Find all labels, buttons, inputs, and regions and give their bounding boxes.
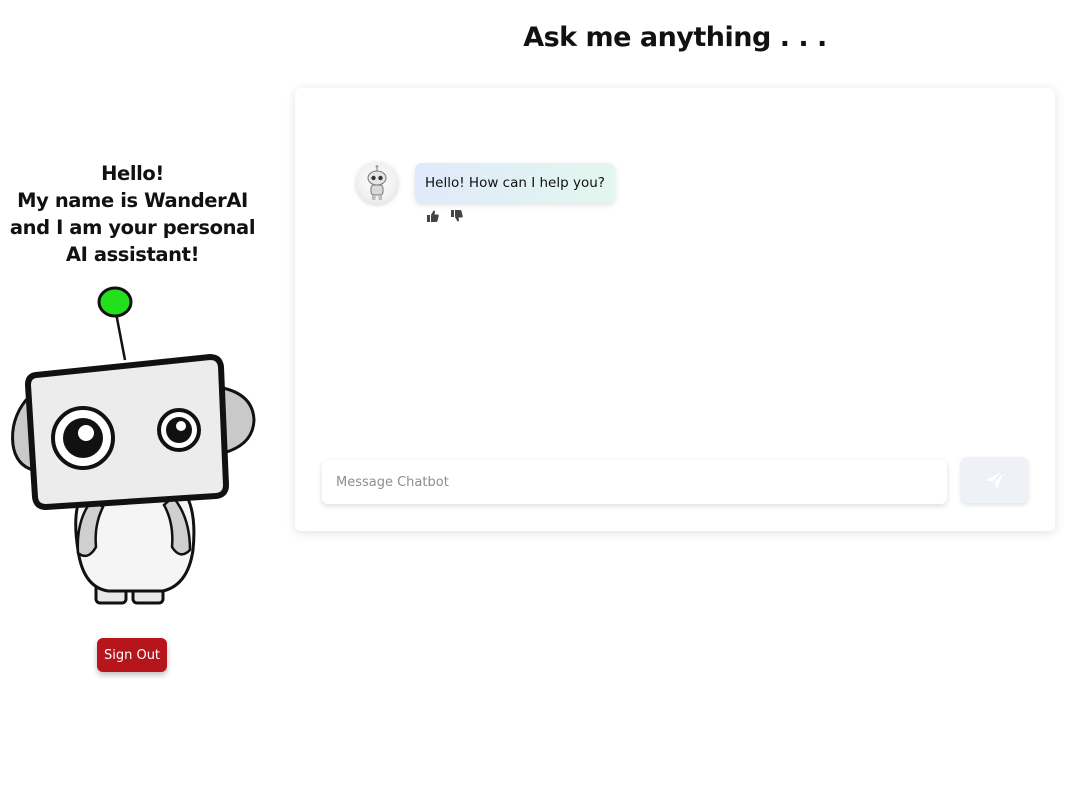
bot-message-bubble: Hello! How can I help you? — [415, 163, 615, 203]
thumbs-up-icon[interactable] — [426, 208, 440, 222]
send-button[interactable] — [961, 457, 1028, 503]
page-title: Ask me anything . . . — [523, 22, 827, 53]
intro-line: Hello! — [101, 162, 164, 185]
intro-text: Hello! My name is WanderAI and I am your… — [0, 160, 265, 268]
message-input[interactable] — [322, 460, 947, 504]
robot-mascot-icon — [11, 286, 256, 605]
sidebar: Hello! My name is WanderAI and I am your… — [0, 160, 265, 672]
sign-out-button[interactable]: Sign Out — [97, 638, 167, 672]
thumbs-down-icon[interactable] — [450, 208, 464, 222]
robot-avatar-icon — [356, 162, 398, 204]
message-feedback — [426, 208, 464, 222]
intro-line: AI assistant! — [65, 243, 200, 266]
chat-panel: Hello! How can I help you? — [295, 88, 1055, 531]
intro-line: and I am your personal — [9, 216, 256, 239]
intro-line: My name is WanderAI — [17, 189, 248, 212]
send-icon — [986, 471, 1003, 489]
